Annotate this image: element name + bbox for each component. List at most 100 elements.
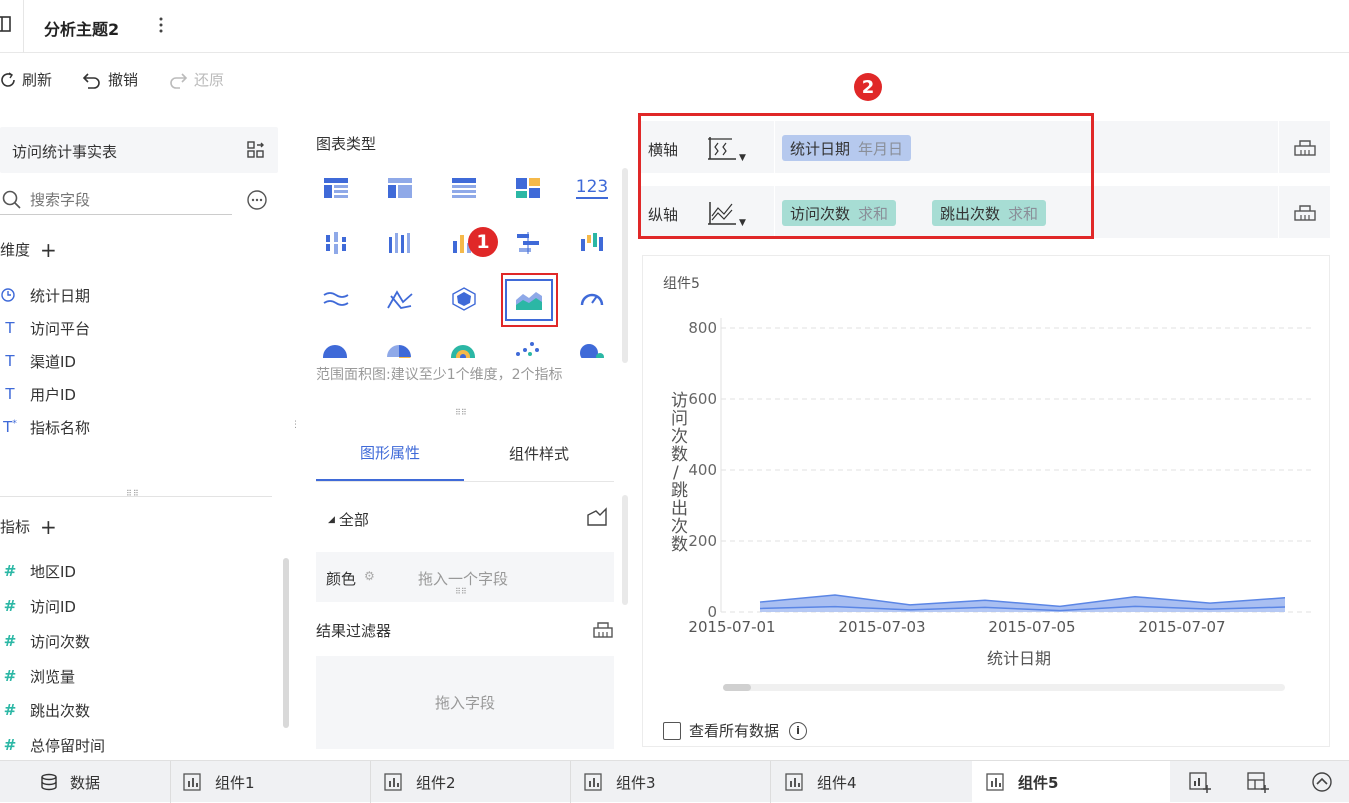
- properties-scrollbar[interactable]: [622, 495, 628, 605]
- dimension-item[interactable]: T 用户ID: [0, 379, 270, 409]
- cross-table-icon[interactable]: [380, 168, 420, 208]
- view-all-checkbox[interactable]: [663, 721, 681, 740]
- y-axis-title-char: 数: [671, 445, 688, 465]
- measure-item[interactable]: # 访问ID: [0, 591, 270, 621]
- x-tick-label: 2015-07-05: [988, 618, 1075, 636]
- collapse-up-icon[interactable]: [1311, 771, 1333, 793]
- y-tick-label: 800: [688, 319, 717, 337]
- y-axis-title-char: 数: [671, 535, 688, 555]
- dimension-item[interactable]: T 访问平台: [0, 313, 270, 343]
- all-section-toggle[interactable]: ◢ 全部: [328, 509, 369, 530]
- dimension-item[interactable]: T 渠道ID: [0, 346, 270, 376]
- measure-item[interactable]: # 地区ID: [0, 556, 270, 586]
- resize-handle[interactable]: ⠿⠿: [455, 408, 467, 417]
- scatter-chart-icon[interactable]: [512, 340, 542, 358]
- table-selector[interactable]: 访问统计事实表: [0, 127, 278, 173]
- redo-button[interactable]: 还原: [168, 69, 224, 90]
- axis-filter-icon[interactable]: [1293, 136, 1317, 158]
- multi-bar-icon[interactable]: [380, 223, 420, 263]
- component-tab[interactable]: 组件2: [384, 761, 456, 803]
- result-filter-dropzone[interactable]: 拖入字段: [316, 656, 614, 749]
- field-search[interactable]: [0, 185, 232, 215]
- component-tab-active[interactable]: 组件5: [972, 761, 1170, 803]
- measure-item[interactable]: # 总停留时间: [0, 730, 270, 760]
- more-options-icon[interactable]: [246, 189, 268, 211]
- x-axis-title: 统计日期: [987, 649, 1051, 668]
- divider: [1278, 121, 1279, 173]
- shape-icon[interactable]: [586, 507, 608, 527]
- measure-label: 访问ID: [30, 597, 76, 616]
- info-icon[interactable]: i: [789, 721, 808, 740]
- table-chart-icon[interactable]: [316, 168, 356, 208]
- dimensions-header: 维度 +: [0, 239, 57, 260]
- panel-toggle-icon[interactable]: [0, 15, 14, 35]
- dimension-item[interactable]: 统计日期: [0, 280, 270, 310]
- add-measure-icon[interactable]: +: [40, 517, 57, 537]
- detail-table-icon[interactable]: [444, 168, 484, 208]
- scrollbar[interactable]: [283, 558, 289, 728]
- undo-icon: [82, 72, 100, 89]
- refresh-button[interactable]: 刷新: [0, 69, 52, 90]
- vertical-dots-icon[interactable]: [155, 14, 167, 36]
- range-area-chart-icon[interactable]: [505, 279, 553, 321]
- y-axis-title-char: 跳: [671, 481, 688, 501]
- x-tick-label: 2015-07-07: [1138, 618, 1225, 636]
- switch-table-icon[interactable]: [246, 140, 266, 160]
- chart-types-scrollbar[interactable]: [622, 168, 628, 363]
- component-tab-label: 组件3: [616, 773, 656, 792]
- grouped-bar-icon[interactable]: [316, 223, 356, 263]
- refresh-label: 刷新: [22, 71, 53, 89]
- text-type-icon: T: [5, 352, 15, 370]
- dimension-label: 指标名称: [30, 418, 91, 437]
- undo-button[interactable]: 撤销: [82, 69, 138, 90]
- waterfall-icon[interactable]: [572, 223, 612, 263]
- line-chart-icon[interactable]: [316, 279, 356, 319]
- gauge-icon[interactable]: [572, 279, 612, 319]
- bottom-tab-bar: 数据 组件1 组件2 组件3 组件4 组件5: [0, 760, 1349, 803]
- data-tab[interactable]: 数据: [40, 761, 100, 803]
- component-tab[interactable]: 组件3: [584, 761, 656, 803]
- measure-item[interactable]: # 跳出次数: [0, 695, 270, 725]
- settings-icon[interactable]: ⚙: [364, 569, 375, 583]
- view-all-data[interactable]: 查看所有数据 i: [663, 720, 808, 741]
- drop-field-placeholder: 拖入一个字段: [418, 570, 509, 588]
- text-type-icon: T: [5, 385, 15, 403]
- search-input[interactable]: [30, 190, 220, 209]
- sunburst-icon[interactable]: [448, 340, 478, 358]
- tab-graph-properties[interactable]: 图形属性: [316, 425, 464, 481]
- component-tab[interactable]: 组件1: [183, 761, 255, 803]
- filter-icon[interactable]: [592, 618, 614, 640]
- panel-resize-handle[interactable]: ⋮: [291, 420, 300, 430]
- add-component-icon[interactable]: [1188, 771, 1212, 793]
- rose-chart-icon[interactable]: [384, 340, 414, 358]
- divider: [570, 761, 571, 803]
- resize-handle[interactable]: ⠿⠿: [126, 489, 140, 498]
- polyline-chart-icon[interactable]: [380, 279, 420, 319]
- data-tab-label: 数据: [70, 773, 101, 792]
- tab-component-style[interactable]: 组件样式: [464, 425, 614, 481]
- axis-filter-icon[interactable]: [1293, 201, 1317, 223]
- measures-header: 指标 +: [0, 516, 57, 537]
- number-card-icon[interactable]: 123: [572, 168, 612, 208]
- horizontal-bar-icon[interactable]: [508, 223, 548, 263]
- measure-item[interactable]: # 浏览量: [0, 661, 270, 691]
- bubble-chart-icon[interactable]: [576, 340, 606, 358]
- dimension-label: 统计日期: [30, 286, 91, 305]
- undo-label: 撤销: [108, 71, 139, 89]
- divider: [770, 761, 771, 803]
- treemap-icon[interactable]: [508, 168, 548, 208]
- add-dimension-icon[interactable]: +: [40, 240, 57, 260]
- dimension-item[interactable]: T* 指标名称: [0, 412, 270, 442]
- resize-handle[interactable]: ⠿⠿: [455, 587, 467, 596]
- radar-chart-icon[interactable]: [444, 279, 484, 319]
- number-type-icon: #: [3, 701, 17, 719]
- component-tab[interactable]: 组件4: [785, 761, 857, 803]
- add-dashboard-icon[interactable]: [1246, 771, 1270, 793]
- pie-chart-icon[interactable]: [320, 340, 350, 358]
- component-tab-label: 组件5: [1018, 773, 1059, 792]
- measure-item[interactable]: # 访问次数: [0, 626, 270, 656]
- top-bar: 分析主题2: [0, 0, 1349, 53]
- clock-icon: [0, 287, 20, 303]
- chart-title: 组件5: [663, 276, 700, 292]
- field-panel: 访问统计事实表 维度 + 统计日期 T 访问平台 T 渠道ID T 用户ID T…: [0, 103, 292, 760]
